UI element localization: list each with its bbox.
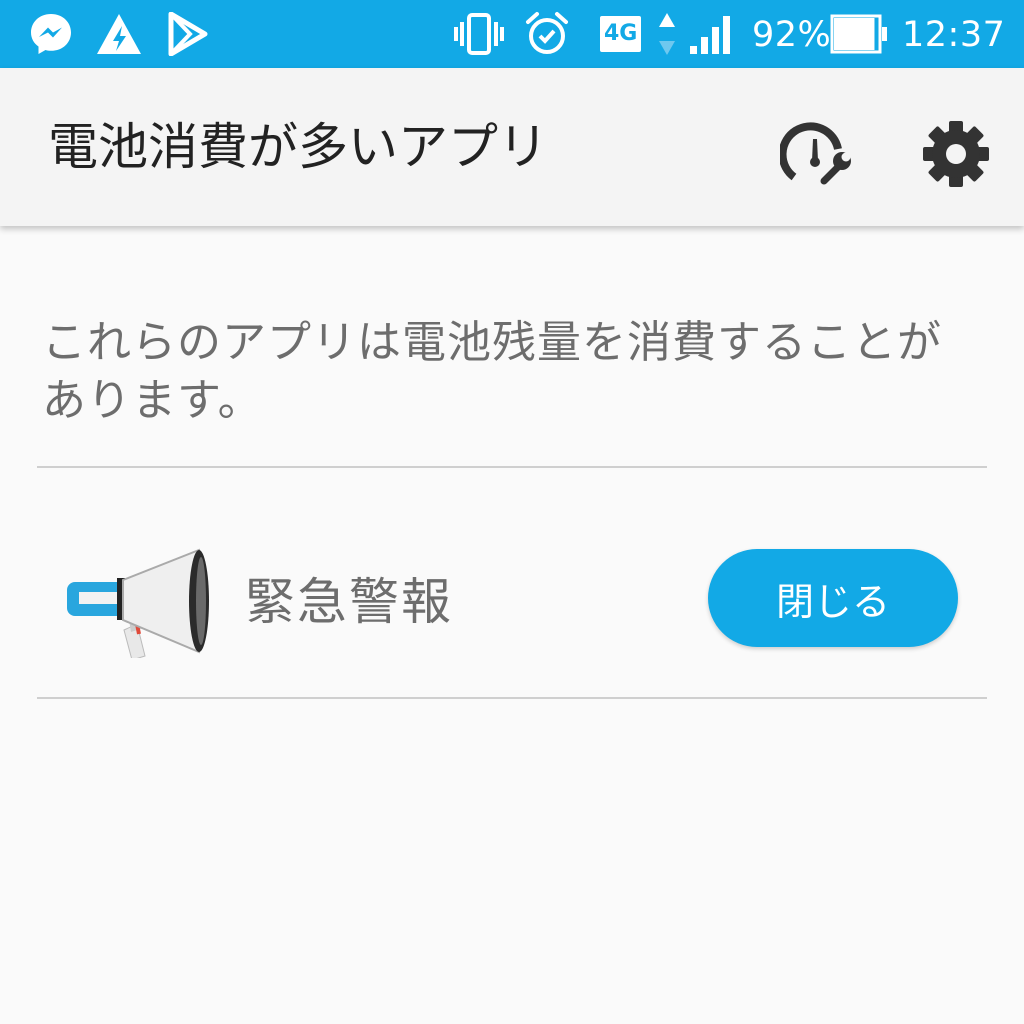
close-app-button[interactable]: 閉じる <box>708 549 958 647</box>
play-store-icon <box>168 0 208 68</box>
vibrate-icon <box>454 0 504 68</box>
megaphone-icon <box>67 548 237 661</box>
lightning-triangle-icon <box>95 0 143 68</box>
battery-percent: 92% <box>752 15 832 55</box>
alarm-clock-icon <box>524 0 570 68</box>
description-text: これらのアプリは電池残量を消費することがあります。 <box>42 317 942 426</box>
status-bar: 4G 92% 12:37 <box>0 0 1024 68</box>
settings-button[interactable] <box>916 116 996 196</box>
gear-icon <box>921 119 991 193</box>
battery-icon <box>830 0 888 68</box>
messenger-icon <box>28 0 74 68</box>
network-type-badge: 4G <box>600 0 642 68</box>
data-activity-icon <box>656 0 678 68</box>
list-item: 緊急警報 閉じる <box>37 470 987 697</box>
speedometer-wrench-icon <box>778 119 856 193</box>
app-bar: 電池消費が多いアプリ <box>0 68 1024 226</box>
page-title: 電池消費が多いアプリ <box>48 118 548 176</box>
battery-optimize-button[interactable] <box>778 116 858 196</box>
divider <box>37 697 987 699</box>
divider <box>37 466 987 468</box>
app-name: 緊急警報 <box>245 573 453 631</box>
signal-strength-icon <box>688 0 734 68</box>
clock-time: 12:37 <box>902 15 1006 55</box>
